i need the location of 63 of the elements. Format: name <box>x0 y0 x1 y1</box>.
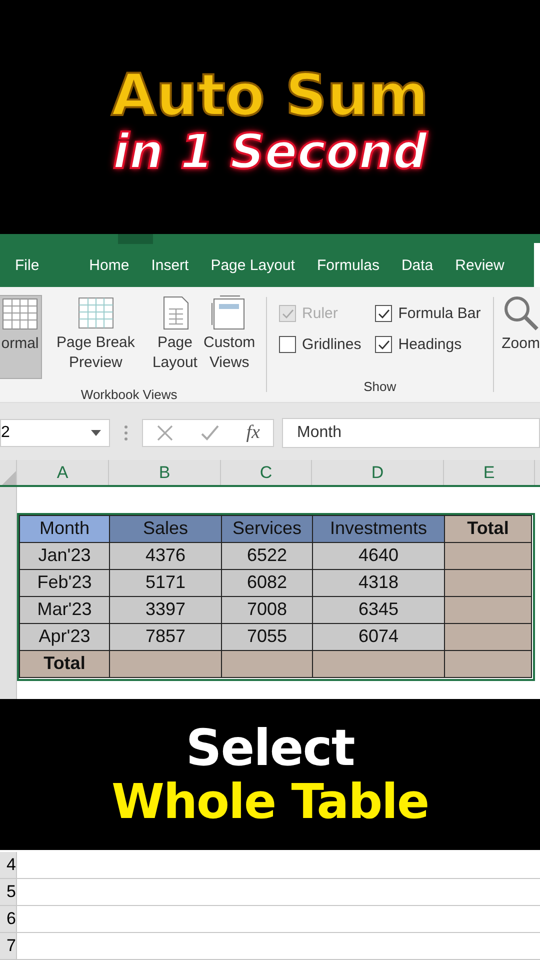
view-button[interactable]: Page Layout <box>149 295 200 380</box>
group-label: Workbook Views <box>80 387 178 402</box>
ribbon-tab[interactable]: Insert <box>140 243 200 288</box>
table-cell: 4640 <box>312 542 445 570</box>
checkbox-option[interactable]: Formula Bar <box>375 305 481 322</box>
group-label: Show <box>362 379 398 394</box>
row-header[interactable]: 6 <box>0 906 17 932</box>
table-cell: 3397 <box>109 596 222 624</box>
search-icon <box>502 295 539 332</box>
table-cell: 6082 <box>221 569 313 598</box>
column-header[interactable]: A <box>16 460 108 486</box>
view-button[interactable]: Custom Views <box>200 295 258 380</box>
row-header[interactable] <box>0 681 17 700</box>
ribbon-tab[interactable]: Home <box>78 243 140 288</box>
table-cell: 7055 <box>221 623 313 652</box>
checkbox-option[interactable]: Gridlines <box>279 336 362 354</box>
more-icon <box>124 424 128 441</box>
table-cell: 4376 <box>109 542 222 570</box>
window-tab[interactable] <box>118 234 153 244</box>
table-cell: 6074 <box>312 623 445 652</box>
dropdown-icon <box>91 430 101 436</box>
row-header[interactable]: 5 <box>0 878 17 905</box>
table-cell: Total <box>19 650 110 678</box>
formula-field[interactable]: Month <box>282 418 540 448</box>
subtitle-text: in 1 Second <box>112 124 428 182</box>
table-cell: 5171 <box>109 569 222 598</box>
zoom-button[interactable]: Zoom <box>502 287 540 402</box>
table-cell: Apr'23 <box>19 623 110 652</box>
column-header[interactable]: E <box>443 460 534 486</box>
title-text: Auto Sum <box>111 66 429 124</box>
ribbon-tab[interactable]: Formulas <box>306 243 390 288</box>
check-icon[interactable] <box>200 424 220 442</box>
insert-function-button[interactable]: fx <box>246 422 260 444</box>
table-cell: Month <box>19 515 110 544</box>
table-cell: Jan'23 <box>19 542 110 570</box>
table-cell: Sales <box>109 515 222 544</box>
ribbon-tab[interactable]: Data <box>390 243 444 288</box>
row-header[interactable]: 7 <box>0 932 17 959</box>
view-button[interactable]: ormal <box>0 295 42 380</box>
table-cell: Services <box>221 515 313 544</box>
table-cell: Feb'23 <box>19 569 110 598</box>
table-cell: Total <box>444 515 532 544</box>
column-header[interactable]: B <box>108 460 220 486</box>
ribbon-tab[interactable]: Review <box>444 243 516 288</box>
row-header[interactable]: 4 <box>0 852 17 878</box>
column-header[interactable]: D <box>311 460 443 486</box>
table-cell: 7008 <box>221 596 313 624</box>
name-box[interactable]: 2 <box>0 418 110 447</box>
ribbon-tab[interactable]: Page Layout <box>200 243 306 288</box>
checkbox-option[interactable]: Headings <box>375 336 481 354</box>
ribbon-tab[interactable]: File <box>4 243 50 288</box>
table-cell: Investments <box>312 515 445 544</box>
table-cell: 7857 <box>109 623 222 652</box>
caption-text: Select <box>186 720 354 776</box>
table-cell: 6345 <box>312 596 445 624</box>
table-cell: Mar'23 <box>19 596 110 624</box>
column-header[interactable]: C <box>220 460 311 486</box>
table-cell: 4318 <box>312 569 445 598</box>
cancel-icon[interactable] <box>156 424 174 442</box>
view-button[interactable]: Page Break Preview <box>42 295 150 380</box>
table-cell: 6522 <box>221 542 313 570</box>
select-all-icon[interactable] <box>2 471 16 486</box>
caption-text: Whole Table <box>111 776 429 829</box>
